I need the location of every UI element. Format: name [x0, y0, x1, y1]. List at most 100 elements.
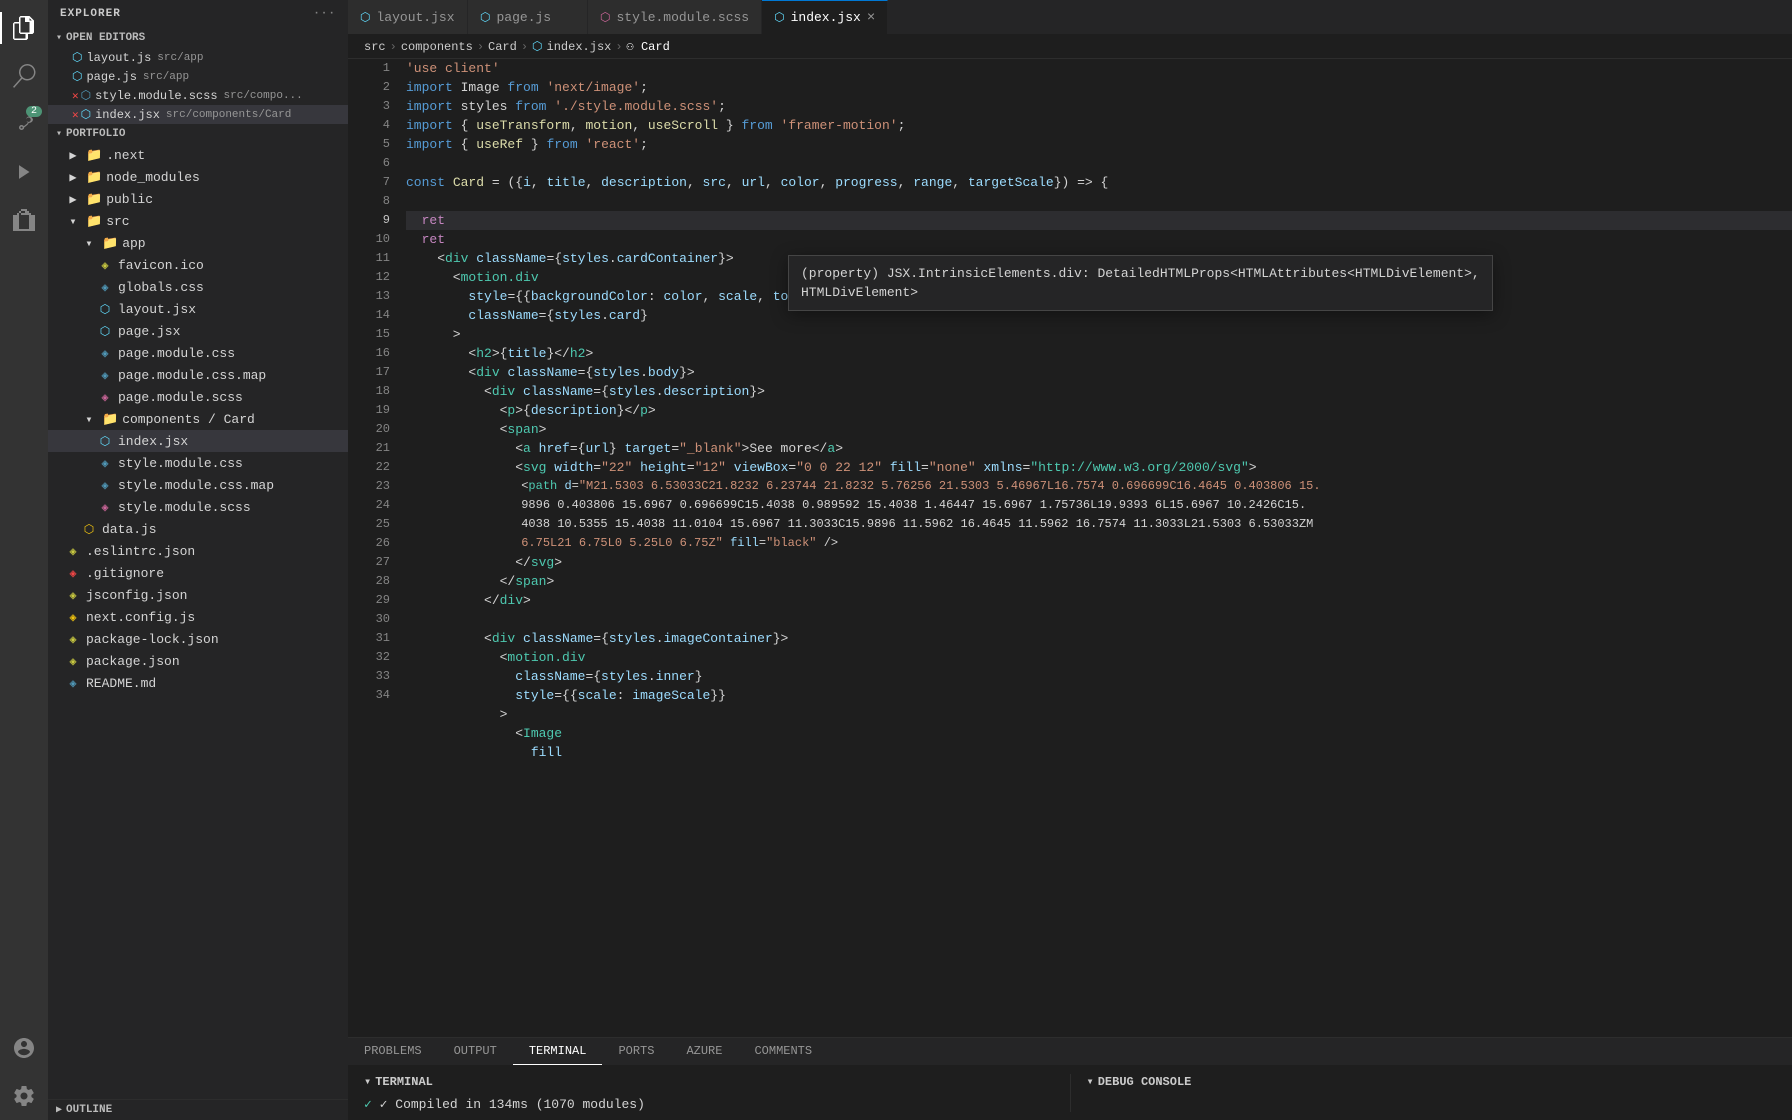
style-module-css-name: style.module.css	[118, 456, 243, 471]
next-config-name: next.config.js	[86, 610, 195, 625]
portfolio-section[interactable]: ▾ PORTFOLIO	[48, 124, 348, 144]
content-area: 1 2 3 4 5 6 7 8 9 10 11 12 13 14 15 16 1…	[348, 59, 1792, 1120]
public-folder-icon: ▶	[64, 190, 82, 208]
style-file-icon: ⬡	[81, 88, 91, 103]
tree-item-page-module-css-map[interactable]: ◈ page.module.css.map	[48, 364, 348, 386]
tree-item-gitignore[interactable]: ◈ .gitignore	[48, 562, 348, 584]
code-line-9: ret	[406, 211, 1792, 230]
search-activity-icon[interactable]	[0, 52, 48, 100]
index-jsx-name: index.jsx	[118, 434, 188, 449]
package-lock-icon: ◈	[64, 630, 82, 648]
code-line-6	[406, 154, 1792, 173]
explorer-activity-icon[interactable]	[0, 4, 48, 52]
index-close-icon[interactable]: ✕	[72, 108, 79, 122]
tree-item-app[interactable]: ▾ 📁 app	[48, 232, 348, 254]
panel-tab-azure[interactable]: AZURE	[670, 1038, 738, 1065]
breadcrumb-card-folder[interactable]: Card	[488, 40, 517, 54]
tree-item-layout-jsx[interactable]: ⬡ layout.jsx	[48, 298, 348, 320]
src-name: src	[106, 214, 129, 229]
tree-item-readme[interactable]: ◈ README.md	[48, 672, 348, 694]
outline-chevron: ▶	[56, 1104, 62, 1116]
code-line-10: ret	[406, 230, 1792, 249]
line-num-8: 8	[348, 192, 390, 211]
tree-item-style-module-css-map[interactable]: ◈ style.module.css.map	[48, 474, 348, 496]
tree-item-style-module-scss[interactable]: ◈ style.module.scss	[48, 496, 348, 518]
breadcrumb-src[interactable]: src	[364, 40, 386, 54]
line-num-24: 24	[348, 496, 390, 515]
breadcrumb-components[interactable]: components	[401, 40, 473, 54]
panel-tab-ports[interactable]: PORTS	[602, 1038, 670, 1065]
tooltip-line1: (property) JSX.IntrinsicElements.div: De…	[801, 264, 1480, 283]
readme-icon: ◈	[64, 674, 82, 692]
tree-item-package-json[interactable]: ◈ package.json	[48, 650, 348, 672]
open-editors-section[interactable]: ▾ OPEN EDITORS	[48, 28, 348, 48]
line-num-2: 2	[348, 78, 390, 97]
settings-activity-icon[interactable]	[0, 1072, 48, 1120]
line-num-6: 6	[348, 154, 390, 173]
node-modules-name: node_modules	[106, 170, 200, 185]
tree-item-next[interactable]: ▶ 📁 .next	[48, 144, 348, 166]
tab-index-close[interactable]: ×	[867, 10, 875, 26]
tree-item-node-modules[interactable]: ▶ 📁 node_modules	[48, 166, 348, 188]
panel-tab-terminal[interactable]: TERMINAL	[513, 1038, 603, 1065]
line-num-27: 27	[348, 553, 390, 572]
tree-item-page-module-scss[interactable]: ◈ page.module.scss	[48, 386, 348, 408]
debug-console-label: DEBUG CONSOLE	[1098, 1075, 1192, 1089]
tree-item-next-config[interactable]: ◈ next.config.js	[48, 606, 348, 628]
account-activity-icon[interactable]	[0, 1024, 48, 1072]
data-js-name: data.js	[102, 522, 157, 537]
jsconfig-name: jsconfig.json	[86, 588, 187, 603]
tree-item-src[interactable]: ▾ 📁 src	[48, 210, 348, 232]
tab-style-module[interactable]: ⬡ style.module.scss	[588, 0, 762, 34]
tab-index-jsx[interactable]: ⬡ index.jsx ×	[762, 0, 888, 34]
tree-item-components-card[interactable]: ▾ 📁 components / Card	[48, 408, 348, 430]
tree-item-globals-css[interactable]: ◈ globals.css	[48, 276, 348, 298]
panel-tab-comments[interactable]: COMMENTS	[738, 1038, 828, 1065]
style-close-icon[interactable]: ✕	[72, 89, 79, 103]
tree-item-index-jsx[interactable]: ⬡ index.jsx	[48, 430, 348, 452]
panel-tab-output[interactable]: OUTPUT	[438, 1038, 513, 1065]
tree-item-package-lock[interactable]: ◈ package-lock.json	[48, 628, 348, 650]
open-editor-page[interactable]: ⬡ page.js src/app	[48, 67, 348, 86]
globals-css-name: globals.css	[118, 280, 204, 295]
public-img: 📁	[86, 192, 102, 207]
open-editor-style[interactable]: ✕ ⬡ style.module.scss src/compo...	[48, 86, 348, 105]
editor: 1 2 3 4 5 6 7 8 9 10 11 12 13 14 15 16 1…	[348, 59, 1792, 1037]
code-line-23d: 6.75L21 6.75L0 5.25L0 6.75Z" fill="black…	[406, 534, 1792, 553]
file-tree: ▶ 📁 .next ▶ 📁 node_modules ▶ 📁 public ▾ …	[48, 144, 348, 1099]
globals-css-icon: ◈	[96, 278, 114, 296]
layout-file-icon: ⬡	[72, 50, 82, 65]
outline-section[interactable]: ▶ OUTLINE	[48, 1099, 348, 1120]
tree-item-jsconfig[interactable]: ◈ jsconfig.json	[48, 584, 348, 606]
explorer-header: EXPLORER ···	[48, 0, 348, 28]
tree-item-favicon[interactable]: ◈ favicon.ico	[48, 254, 348, 276]
line-num-21: 21	[348, 439, 390, 458]
code-content[interactable]: 'use client' import Image from 'next/ima…	[398, 59, 1792, 1037]
tree-item-data-js[interactable]: ⬡ data.js	[48, 518, 348, 540]
source-control-activity-icon[interactable]: 2	[0, 100, 48, 148]
tree-item-eslintrc[interactable]: ◈ .eslintrc.json	[48, 540, 348, 562]
code-line-33: <Image	[406, 724, 1792, 743]
tree-item-style-module-css[interactable]: ◈ style.module.css	[48, 452, 348, 474]
line-num-25: 25	[348, 515, 390, 534]
breadcrumb: src › components › Card › ⬡ index.jsx › …	[348, 35, 1792, 59]
src-folder-icon: ▾	[64, 212, 82, 230]
open-editor-layout[interactable]: ⬡ layout.js src/app	[48, 48, 348, 67]
index-file-icon: ⬡	[81, 107, 91, 122]
explorer-title: EXPLORER	[60, 8, 121, 20]
panel-tab-problems[interactable]: PROBLEMS	[348, 1038, 438, 1065]
breadcrumb-card-symbol[interactable]: ⚇ Card	[627, 39, 670, 54]
node-modules-img: 📁	[86, 170, 102, 185]
tree-item-page-module-css[interactable]: ◈ page.module.css	[48, 342, 348, 364]
extensions-activity-icon[interactable]	[0, 196, 48, 244]
next-folder-name: .next	[106, 148, 145, 163]
tree-item-public[interactable]: ▶ 📁 public	[48, 188, 348, 210]
tree-item-page-jsx[interactable]: ⬡ page.jsx	[48, 320, 348, 342]
tab-page-js[interactable]: ⬡ page.js	[468, 0, 588, 34]
breadcrumb-index-name[interactable]: index.jsx	[547, 40, 612, 54]
open-editor-index[interactable]: ✕ ⬡ index.jsx src/components/Card	[48, 105, 348, 124]
breadcrumb-index-file[interactable]: ⬡	[532, 39, 542, 54]
tab-layout-jsx[interactable]: ⬡ layout.jsx	[348, 0, 468, 34]
explorer-panel: EXPLORER ··· ▾ OPEN EDITORS ⬡ layout.js …	[48, 0, 348, 1120]
run-activity-icon[interactable]	[0, 148, 48, 196]
